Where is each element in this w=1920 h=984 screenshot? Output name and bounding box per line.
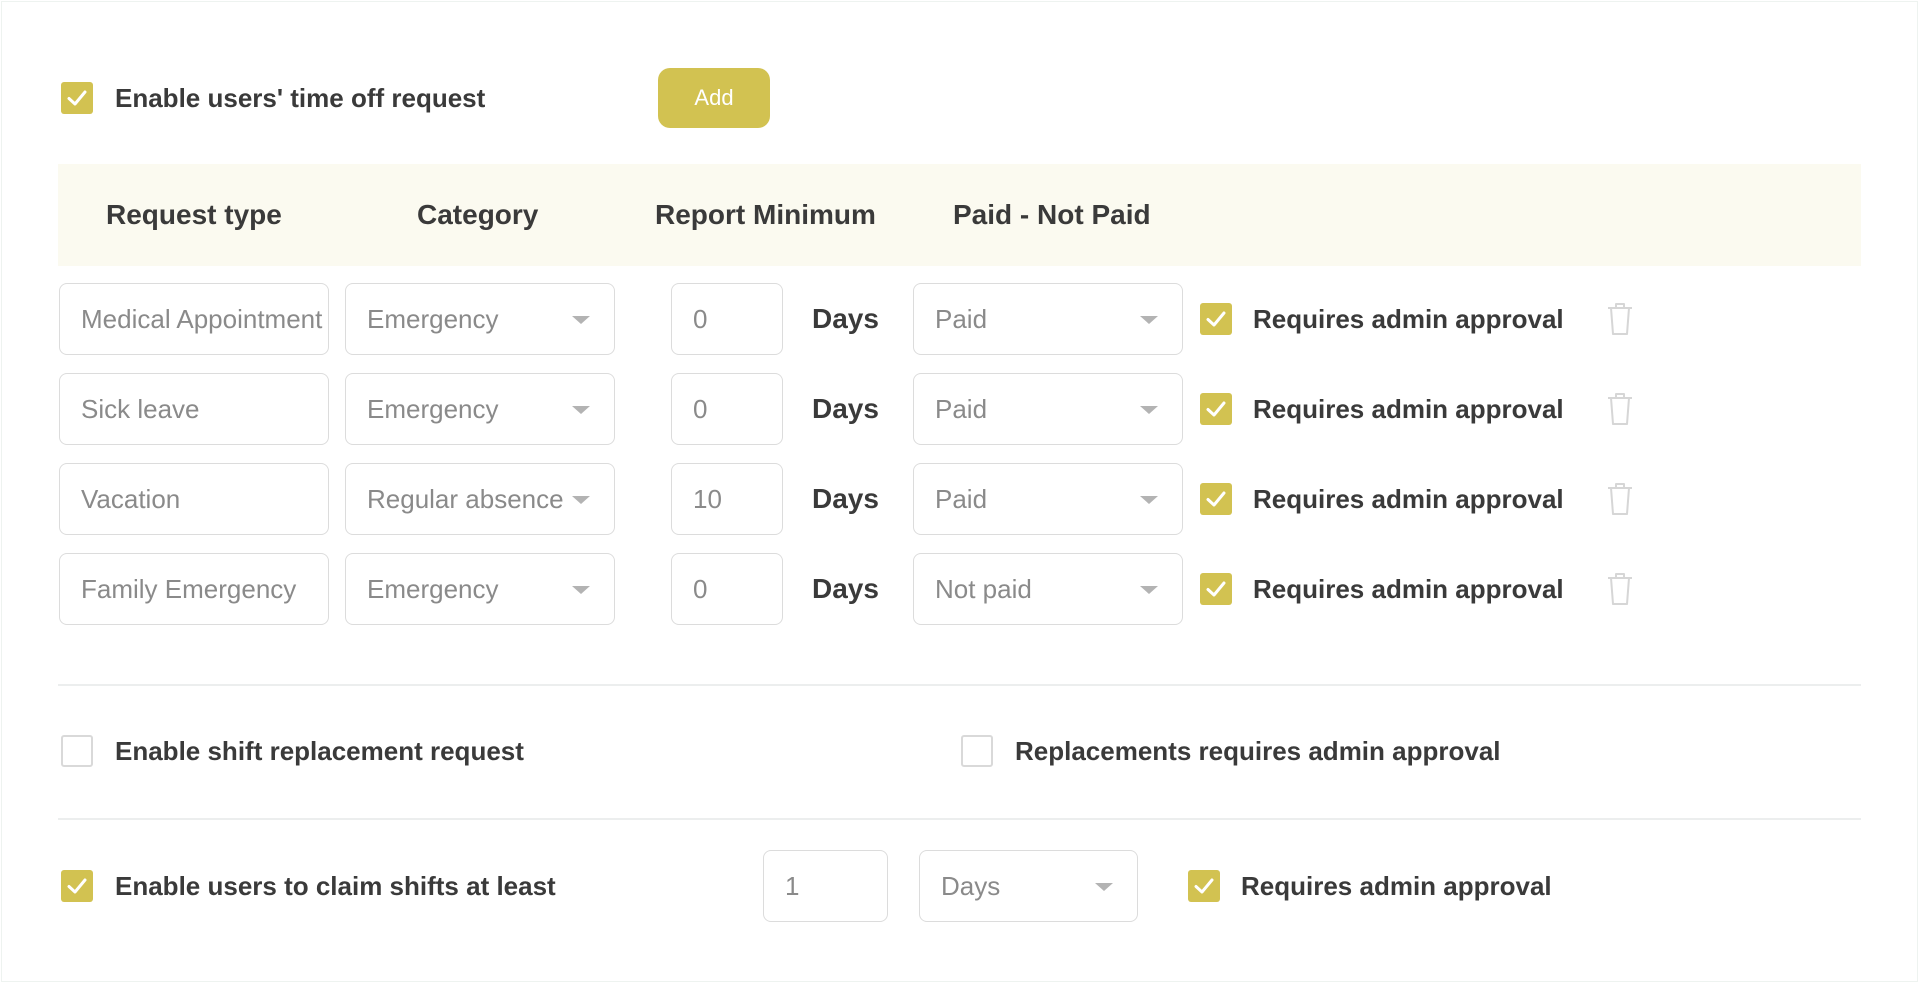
chevron-down-icon (572, 406, 590, 414)
chevron-down-icon (572, 496, 590, 504)
check-icon (67, 878, 87, 894)
time-off-checkbox[interactable] (61, 82, 93, 114)
claim-unit-value: Days (941, 871, 1001, 901)
header-paid: Paid - Not Paid (953, 199, 1151, 230)
approval-checkbox[interactable] (1200, 573, 1232, 605)
approval-checkbox[interactable] (1200, 303, 1232, 335)
chevron-down-icon (1140, 496, 1158, 504)
divider (58, 818, 1861, 820)
chevron-down-icon (1140, 316, 1158, 324)
check-icon (67, 90, 87, 106)
trash-icon[interactable] (1604, 390, 1636, 428)
unit-label: Days (812, 573, 879, 604)
approval-label: Requires admin approval (1253, 304, 1564, 334)
paid-value: Paid (935, 484, 988, 514)
paid-select[interactable]: Paid (913, 283, 1183, 355)
claim-approval-label: Requires admin approval (1241, 871, 1552, 901)
shift-replacement-label: Enable shift replacement request (115, 736, 524, 766)
category-value: Emergency (367, 304, 499, 334)
paid-value: Not paid (935, 574, 1032, 604)
approval-label: Requires admin approval (1253, 394, 1564, 424)
claim-shifts-checkbox[interactable] (61, 870, 93, 902)
shift-replacement-checkbox[interactable] (61, 735, 93, 767)
category-select[interactable]: Emergency (345, 283, 615, 355)
category-select[interactable]: Emergency (345, 553, 615, 625)
paid-select[interactable]: Paid (913, 463, 1183, 535)
time-off-label: Enable users' time off request (115, 83, 486, 113)
report-minimum-input[interactable]: 0 (671, 283, 783, 355)
chevron-down-icon (1140, 586, 1158, 594)
approval-label: Requires admin approval (1253, 484, 1564, 514)
paid-select[interactable]: Not paid (913, 553, 1183, 625)
category-value: Emergency (367, 574, 499, 604)
claim-unit-select[interactable]: Days (919, 850, 1138, 922)
header-report-minimum: Report Minimum (655, 199, 876, 230)
check-icon (1206, 581, 1226, 597)
paid-select[interactable]: Paid (913, 373, 1183, 445)
category-select[interactable]: Emergency (345, 373, 615, 445)
report-minimum-input[interactable]: 10 (671, 463, 783, 535)
table-header: Request type Category Report Minimum Pai… (58, 164, 1861, 266)
report-minimum-input[interactable]: 0 (671, 553, 783, 625)
header-request-type: Request type (106, 199, 282, 230)
claim-approval-checkbox[interactable] (1188, 870, 1220, 902)
trash-icon[interactable] (1604, 300, 1636, 338)
request-type-input[interactable]: Medical Appointment (59, 283, 329, 355)
request-type-input[interactable]: Sick leave (59, 373, 329, 445)
chevron-down-icon (1140, 406, 1158, 414)
chevron-down-icon (1095, 883, 1113, 891)
unit-label: Days (812, 303, 879, 334)
approval-checkbox[interactable] (1200, 483, 1232, 515)
check-icon (1206, 311, 1226, 327)
add-button[interactable]: Add (658, 68, 770, 128)
claim-shifts-label: Enable users to claim shifts at least (115, 871, 556, 901)
check-icon (1194, 878, 1214, 894)
trash-icon[interactable] (1604, 480, 1636, 518)
unit-label: Days (812, 483, 879, 514)
category-value: Regular absence (367, 484, 564, 514)
claim-amount-input[interactable]: 1 (763, 850, 888, 922)
category-value: Emergency (367, 394, 499, 424)
report-minimum-input[interactable]: 0 (671, 373, 783, 445)
category-select[interactable]: Regular absence (345, 463, 615, 535)
header-category: Category (417, 199, 539, 230)
replacement-approval-checkbox[interactable] (961, 735, 993, 767)
approval-label: Requires admin approval (1253, 574, 1564, 604)
check-icon (1206, 491, 1226, 507)
chevron-down-icon (572, 586, 590, 594)
trash-icon[interactable] (1604, 570, 1636, 608)
replacement-approval-label: Replacements requires admin approval (1015, 736, 1501, 766)
chevron-down-icon (572, 316, 590, 324)
paid-value: Paid (935, 304, 988, 334)
request-type-input[interactable]: Vacation (59, 463, 329, 535)
paid-value: Paid (935, 394, 988, 424)
unit-label: Days (812, 393, 879, 424)
check-icon (1206, 401, 1226, 417)
approval-checkbox[interactable] (1200, 393, 1232, 425)
divider (58, 684, 1861, 686)
request-type-input[interactable]: Family Emergency (59, 553, 329, 625)
